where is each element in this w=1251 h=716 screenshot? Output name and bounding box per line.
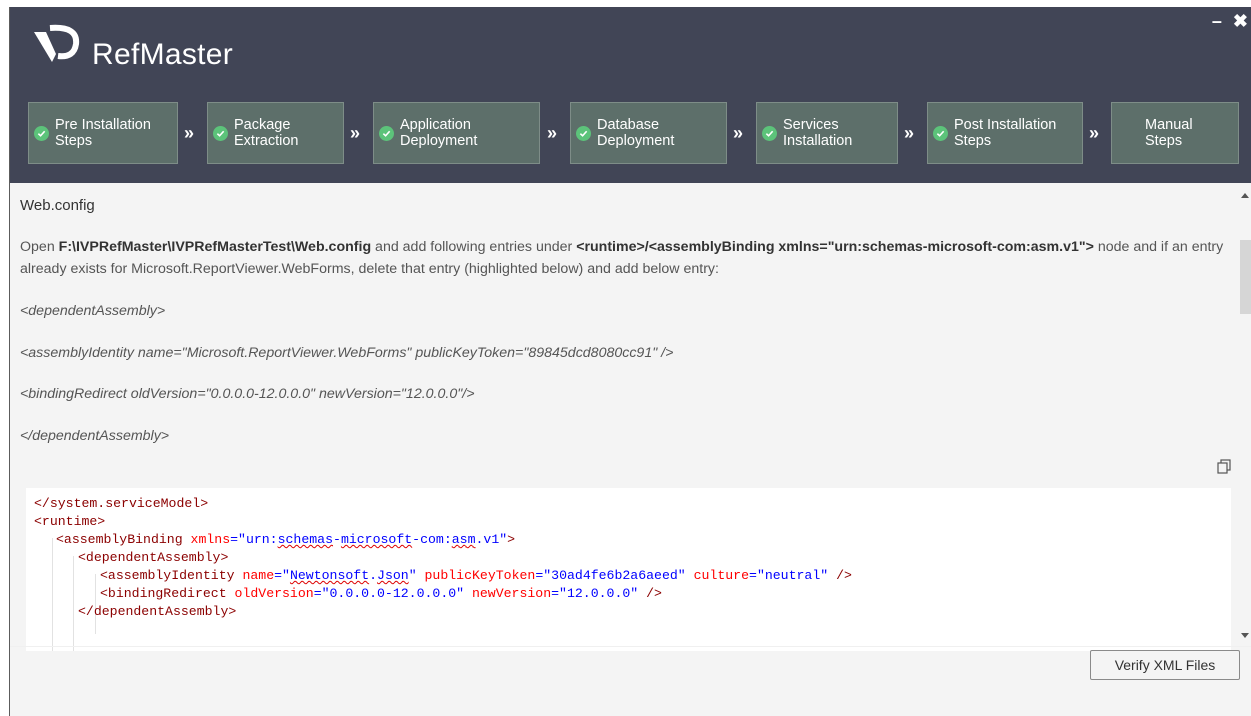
check-circle-icon [933,125,948,141]
xml-tag: /> [828,568,852,583]
xml-tag: <assemblyIdentity [100,568,235,583]
minimize-icon[interactable]: – [1212,11,1222,32]
step-label: Package Extraction [234,117,299,149]
scroll-down-icon[interactable] [1241,633,1249,638]
xml-code-viewer[interactable]: ────── </system.serviceModel> <runtime> … [26,488,1231,651]
step-label: Database Deployment [597,117,675,149]
code-line: </dependentAssembly> [78,604,237,619]
xml-value: -com: [412,532,452,547]
xml-value: "30ad4fe6b2a6aeed" [543,568,686,583]
verify-xml-files-button[interactable]: Verify XML Files [1090,650,1240,680]
step-separator-icon: » [1089,123,1100,143]
close-icon[interactable]: ✖ [1233,11,1248,32]
xml-value: "0.0.0.0-12.0.0.0" [321,586,465,601]
step-label: Application Deployment [400,117,478,149]
xml-value: schemas [277,532,334,547]
entry-line: <assemblyIdentity name="Microsoft.Report… [20,345,674,361]
xml-attr: name [234,568,275,583]
step-post-installation[interactable]: Post Installation Steps [927,102,1083,164]
step-label: Manual Steps [1145,117,1193,149]
step-separator-icon: » [350,123,361,143]
xml-value: Json [377,568,409,583]
code-line: <bindingRedirect oldVersion="0.0.0.0-12.… [100,586,662,601]
section-title: Web.config [20,197,95,214]
step-label: Services Installation [783,117,853,149]
xml-value: asm [451,532,476,547]
xml-value: "neutral" [756,568,829,583]
vertical-scrollbar[interactable] [1238,183,1251,646]
xml-eq: = [230,532,239,547]
scroll-thumb[interactable] [1240,240,1251,314]
copy-icon[interactable] [1216,458,1232,474]
xml-value: Newtonsoft [289,568,370,583]
intro-text: and add following entries under [371,239,577,255]
instructions-panel: Web.config Open F:\IVPRefMaster\IVPRefMa… [10,183,1238,716]
check-circle-icon [34,125,49,141]
instructions-paragraph: Open F:\IVPRefMaster\IVPRefMasterTest\We… [20,236,1230,280]
step-pre-installation[interactable]: Pre Installation Steps [28,102,178,164]
footer-divider [10,646,1251,647]
code-line: <assemblyBinding xmlns="urn:schemas-micr… [56,531,515,550]
installer-window: RefMaster – ✖ Pre Installation Steps » P… [9,7,1251,716]
step-separator-icon: » [184,123,195,143]
step-database-deployment[interactable]: Database Deployment [570,102,727,164]
xml-tag: > [507,532,516,547]
xml-attr: culture [685,568,750,583]
code-line: <assemblyIdentity name="Newtonsoft.Json"… [100,568,852,583]
window-controls: – ✖ [1206,11,1248,32]
step-label: Pre Installation Steps [55,117,151,149]
entry-line: </dependentAssembly> [20,428,170,444]
xml-value: "12.0.0.0" [559,586,639,601]
entry-line: <dependentAssembly> [20,303,166,319]
check-circle-icon [213,125,228,141]
xml-attr: oldVersion [226,586,314,601]
xml-value: - [333,532,341,547]
xml-tag: <bindingRedirect [100,586,227,601]
step-separator-icon: » [904,123,915,143]
code-line-partial: ────── [42,488,106,495]
xml-tag: <assemblyBinding [56,532,183,547]
check-circle-icon [379,125,394,141]
xml-attr: newVersion [464,586,552,601]
step-package-extraction[interactable]: Package Extraction [207,102,344,164]
xml-value: .v1" [475,532,508,547]
step-application-deployment[interactable]: Application Deployment [373,102,540,164]
xml-value: " [408,568,417,583]
entry-line: <bindingRedirect oldVersion="0.0.0.0-12.… [20,386,475,402]
header: RefMaster – ✖ Pre Installation Steps » P… [10,7,1251,183]
config-path: F:\IVPRefMaster\IVPRefMasterTest\Web.con… [58,239,372,255]
xml-value: "urn: [238,532,278,547]
step-separator-icon: » [547,123,558,143]
code-line: <runtime> [34,514,106,529]
step-manual[interactable]: Manual Steps [1111,102,1239,164]
indent-guide [52,538,53,651]
step-separator-icon: » [733,123,744,143]
code-line: </system.serviceModel> [34,496,209,511]
xml-tag: /> [638,586,662,601]
xml-value: . [369,568,378,583]
step-services-installation[interactable]: Services Installation [756,102,898,164]
step-label: Post Installation Steps [954,117,1057,149]
code-line: <dependentAssembly> [78,550,229,565]
xml-value: microsoft [340,532,413,547]
app-title: RefMaster [92,38,234,71]
xml-value: " [282,568,290,583]
indent-guide [73,556,74,651]
xml-attr: publicKeyToken [416,568,536,583]
check-circle-icon [576,125,591,141]
scroll-up-icon[interactable] [1241,193,1249,198]
check-circle-icon [762,125,777,141]
intro-text: Open [20,239,59,255]
xml-attr: xmlns [182,532,231,547]
refmaster-logo-icon [34,24,80,62]
runtime-node: <runtime>/<assemblyBinding xmlns="urn:sc… [576,239,1094,255]
